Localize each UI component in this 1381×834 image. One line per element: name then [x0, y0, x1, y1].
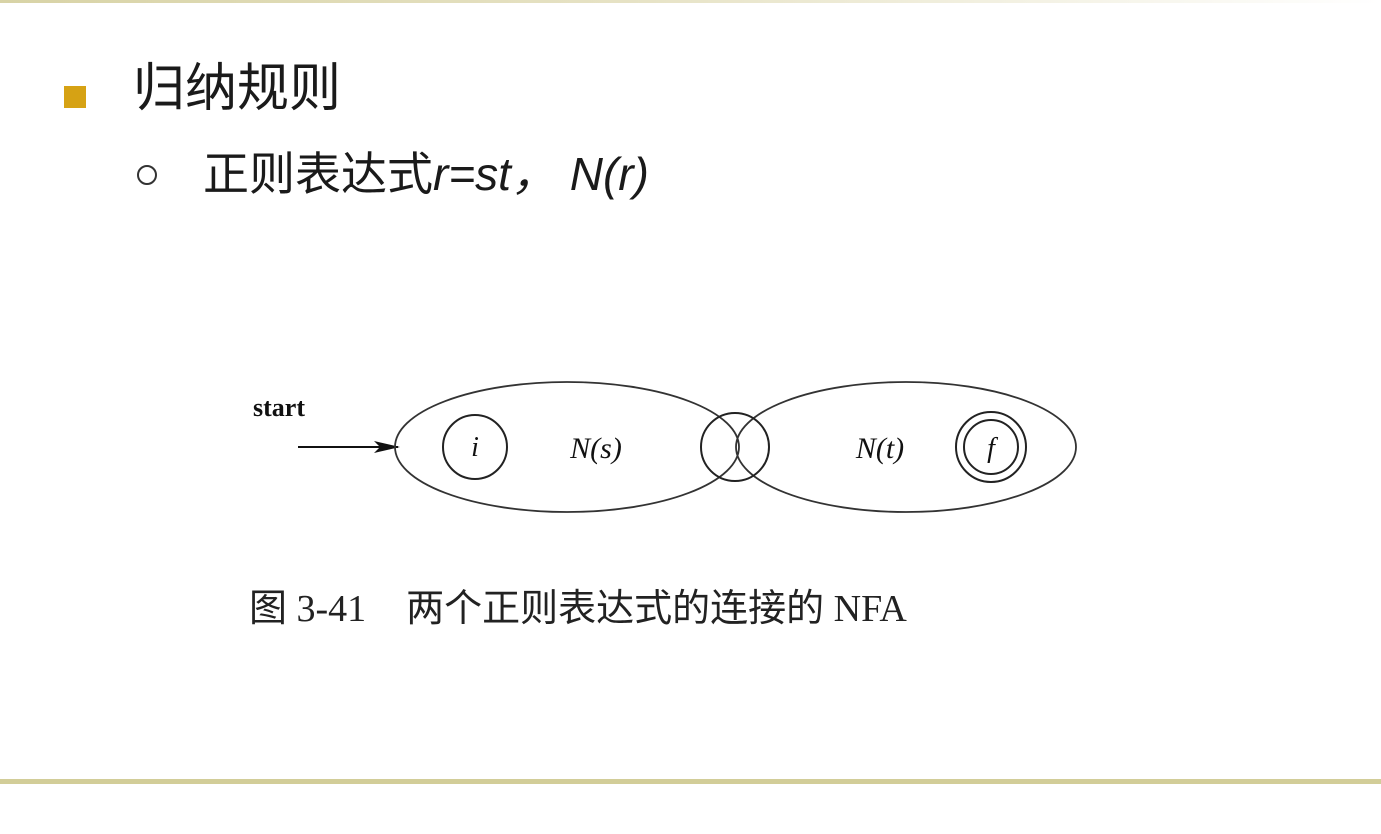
- start-label: start: [253, 393, 305, 422]
- nt-label: N(t): [855, 432, 904, 465]
- figure-caption: 图 3-41 两个正则表达式的连接的 NFA: [249, 577, 907, 632]
- state-i-label: i: [471, 432, 479, 463]
- nfa-s-ellipse: [394, 381, 740, 513]
- state-f-label: f: [987, 433, 998, 464]
- ns-label: N(s): [569, 432, 622, 465]
- middle-state: [700, 412, 770, 482]
- nfa-concatenation-diagram: start i N(s) N(t) f: [253, 381, 1077, 513]
- bottom-divider: [0, 779, 1381, 784]
- caption-text: 两个正则表达式的连接的 NFA: [406, 588, 907, 630]
- caption-number: 图 3-41: [249, 588, 367, 630]
